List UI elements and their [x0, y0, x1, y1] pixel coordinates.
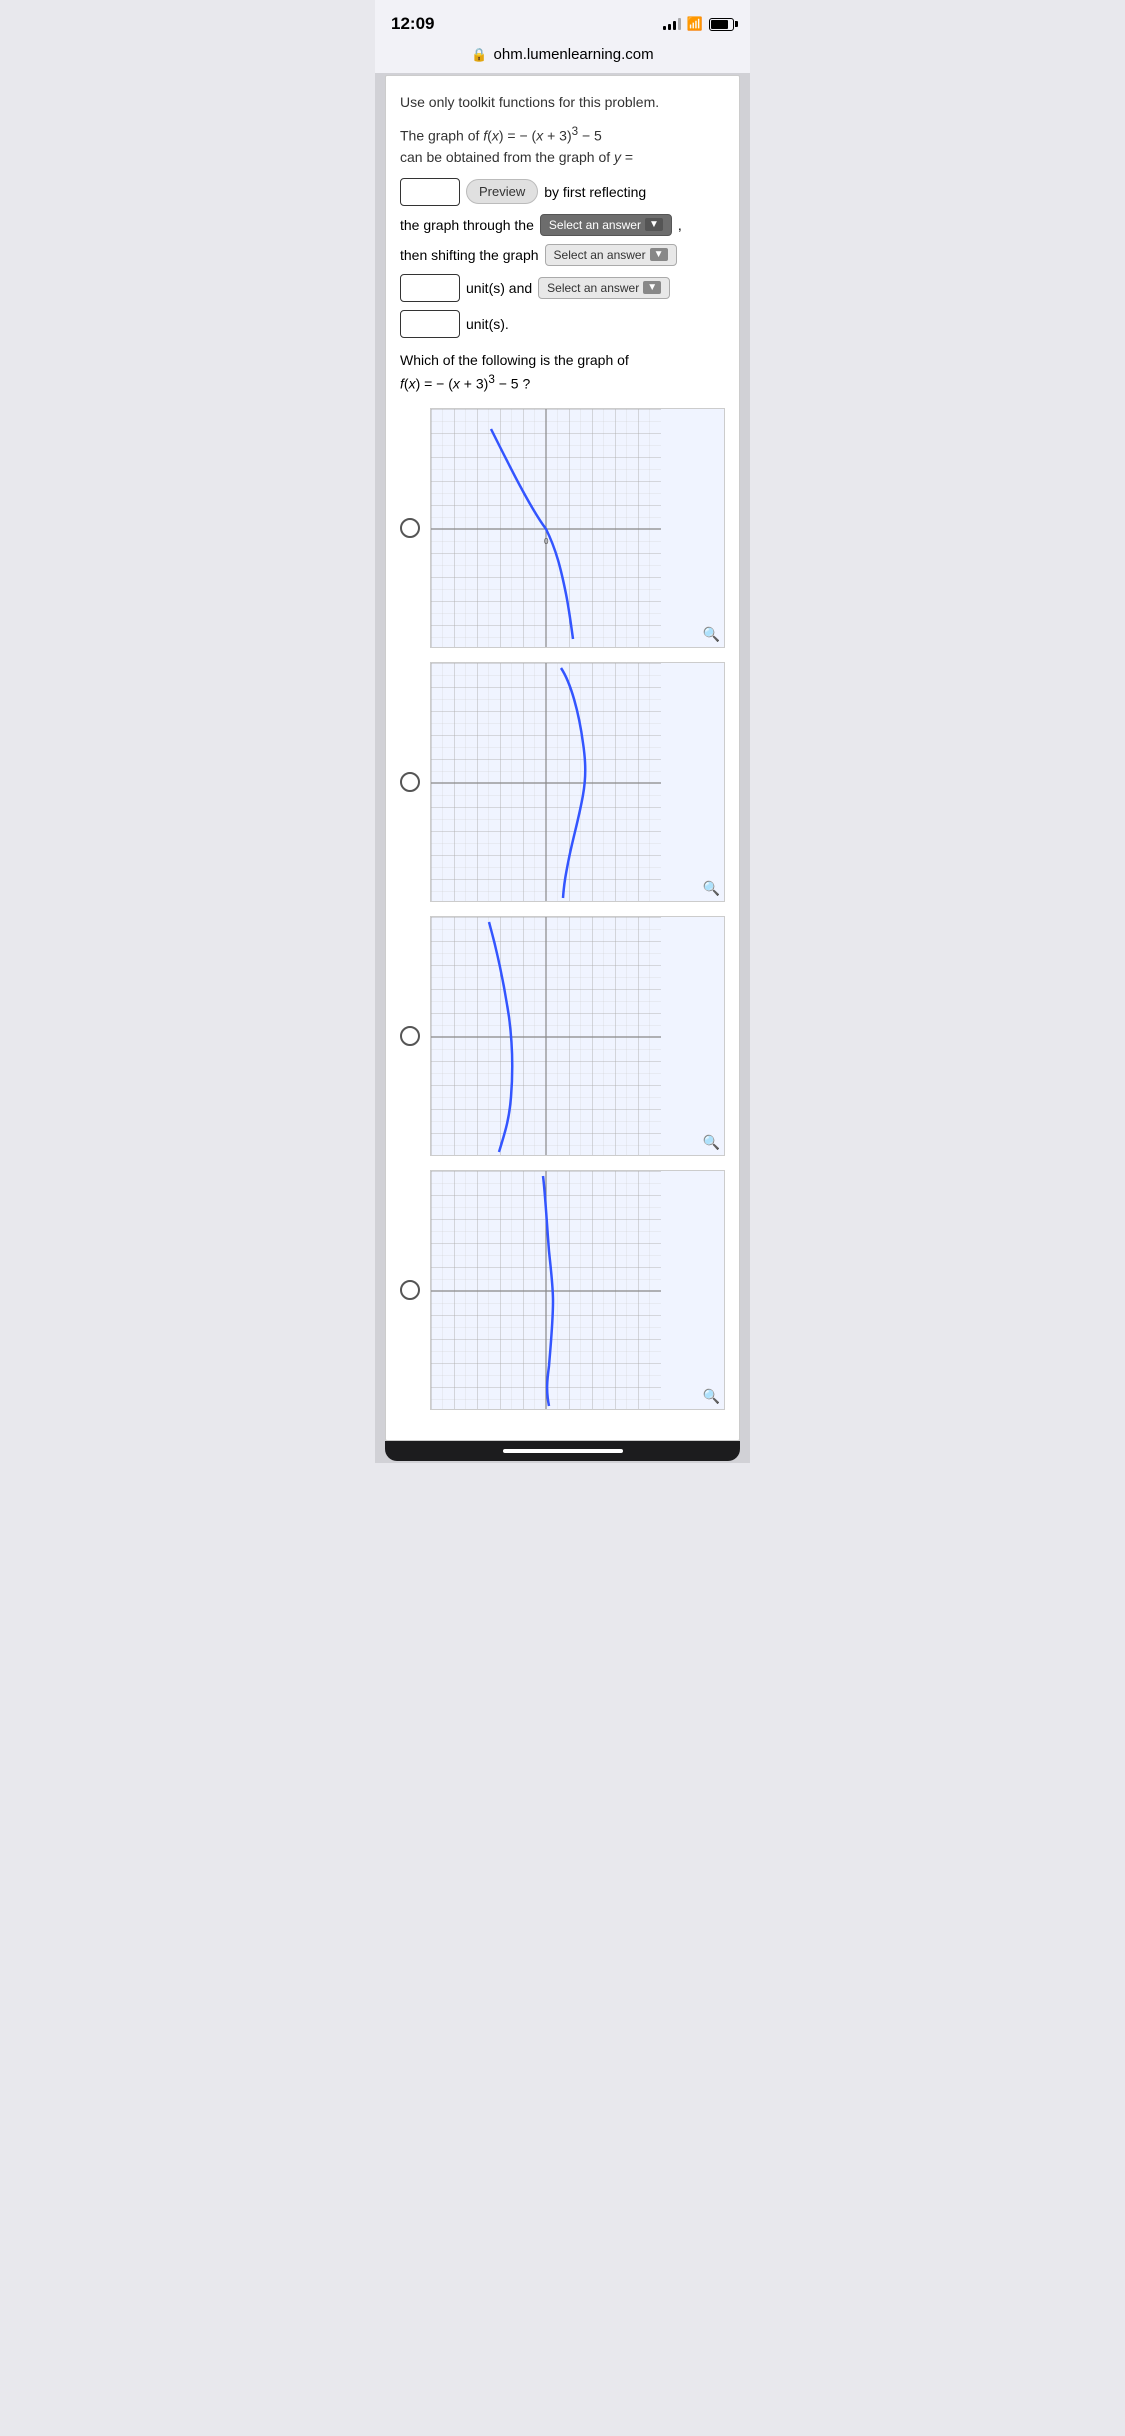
status-icons: 📶 — [663, 16, 734, 32]
magnify-2[interactable]: 🔍 — [703, 880, 720, 897]
select1-row: the graph through the Select an answer ▼… — [400, 214, 725, 236]
graph-3[interactable]: 🔍 — [430, 916, 725, 1156]
graph-option-2: 🔍 — [400, 662, 725, 902]
preview-row: Preview by first reflecting — [400, 178, 725, 206]
status-bar: 12:09 📶 — [375, 0, 750, 40]
y-input[interactable] — [400, 178, 460, 206]
dropdown-arrow-2: ▼ — [650, 248, 668, 261]
then-shifting-text: then shifting the graph — [400, 247, 539, 263]
units-input-2[interactable] — [400, 310, 460, 338]
magnify-4[interactable]: 🔍 — [703, 1388, 720, 1405]
equation-line1: The graph of f(x) = − (x + 3)3 − 5 — [400, 123, 725, 147]
signal-icon — [663, 18, 681, 30]
question-text: Which of the following is the graph of f… — [400, 350, 725, 395]
unit-s-text: unit(s). — [466, 316, 509, 332]
equation-line2: can be obtained from the graph of y = — [400, 147, 725, 168]
dropdown-arrow-1: ▼ — [645, 218, 663, 231]
graph-through-text: the graph through the — [400, 217, 534, 233]
graph-4[interactable]: 🔍 — [430, 1170, 725, 1410]
graph-1[interactable]: 0 — [430, 408, 725, 648]
select2-row: then shifting the graph Select an answer… — [400, 244, 725, 266]
graph-option-1: 0 — [400, 408, 725, 648]
lock-icon: 🔒 — [471, 47, 487, 63]
magnify-3[interactable]: 🔍 — [703, 1134, 720, 1151]
preview-button[interactable]: Preview — [466, 179, 538, 204]
select-answer-3[interactable]: Select an answer ▼ — [538, 277, 670, 299]
by-first-text: by first reflecting — [544, 184, 646, 200]
status-time: 12:09 — [391, 14, 434, 34]
radio-2[interactable] — [400, 772, 420, 792]
content-card: Use only toolkit functions for this prob… — [385, 75, 740, 1441]
select-answer-2[interactable]: Select an answer ▼ — [545, 244, 677, 266]
dropdown-arrow-3: ▼ — [643, 281, 661, 294]
wifi-icon: 📶 — [687, 16, 703, 32]
svg-text:0: 0 — [544, 537, 549, 546]
radio-3[interactable] — [400, 1026, 420, 1046]
graph-option-4: 🔍 — [400, 1170, 725, 1410]
units-row2: unit(s). — [400, 310, 725, 338]
magnify-1[interactable]: 🔍 — [703, 626, 720, 643]
radio-1[interactable] — [400, 518, 420, 538]
instruction-text: Use only toolkit functions for this prob… — [400, 92, 725, 113]
graph-option-3: 🔍 — [400, 916, 725, 1156]
radio-4[interactable] — [400, 1280, 420, 1300]
unit-and-text: unit(s) and — [466, 280, 532, 296]
battery-icon — [709, 18, 734, 31]
graph-2[interactable]: 🔍 — [430, 662, 725, 902]
select-answer-1[interactable]: Select an answer ▼ — [540, 214, 672, 236]
units-row: unit(s) and Select an answer ▼ — [400, 274, 725, 302]
units-input-1[interactable] — [400, 274, 460, 302]
address-bar: 🔒 ohm.lumenlearning.com — [375, 40, 750, 73]
home-indicator — [503, 1449, 623, 1453]
equation-block: The graph of f(x) = − (x + 3)3 − 5 can b… — [400, 123, 725, 168]
bottom-bar — [385, 1441, 740, 1461]
domain-text: ohm.lumenlearning.com — [494, 46, 654, 63]
